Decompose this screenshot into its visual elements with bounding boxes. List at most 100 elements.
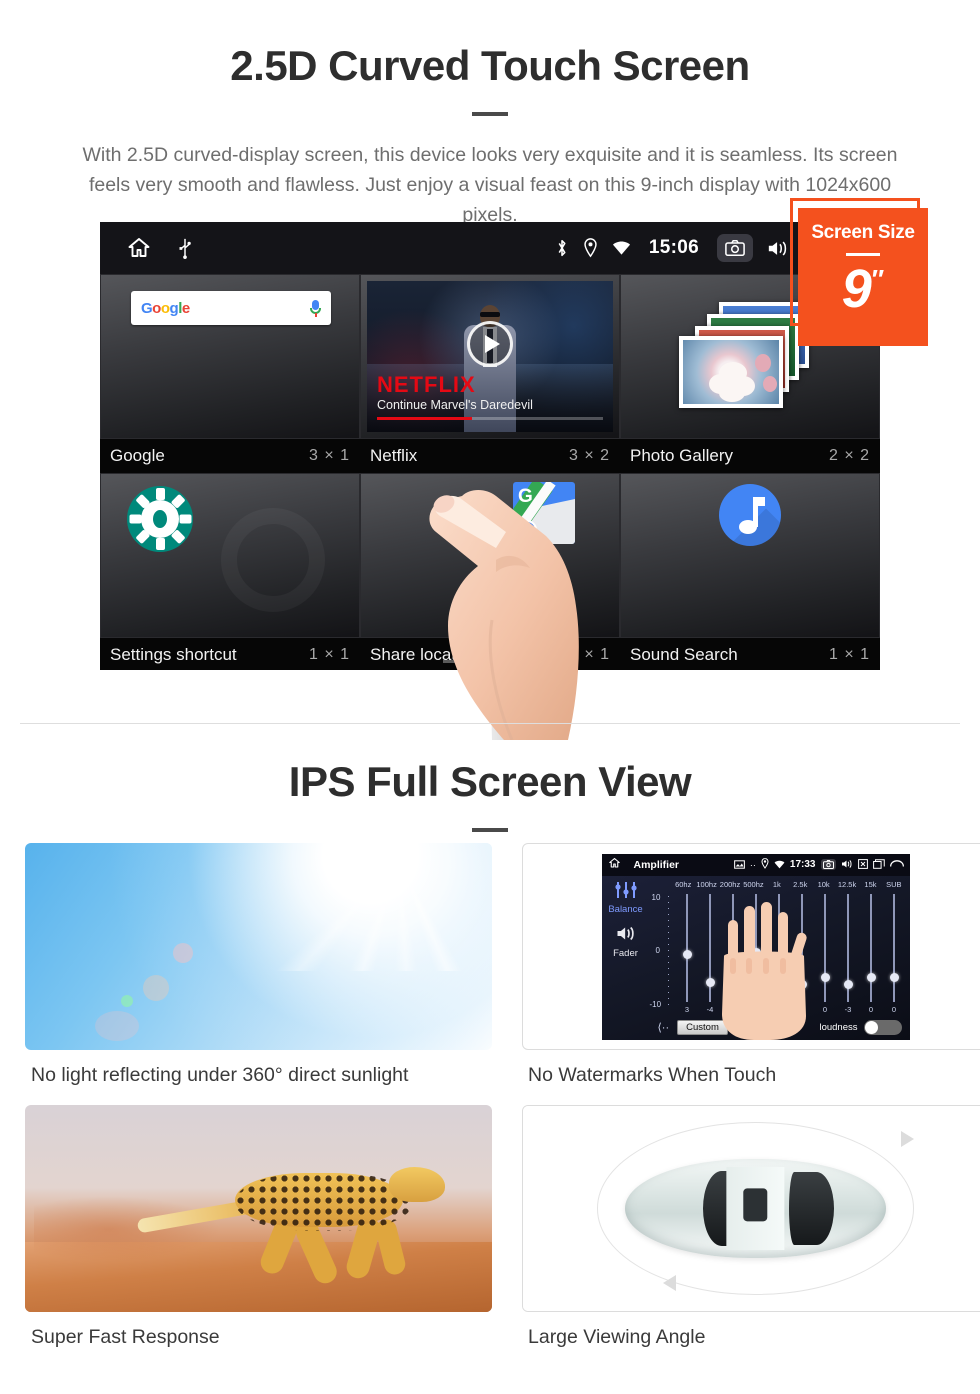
location-pin-icon: [583, 238, 598, 258]
widget-cell-share-location[interactable]: G Share location 1 × 1: [360, 473, 620, 670]
band-label: 2.5k: [793, 879, 808, 889]
eq-slider[interactable]: [837, 893, 860, 1002]
settings-gear-icon[interactable]: [127, 486, 193, 552]
recent-apps-icon[interactable]: [872, 856, 885, 874]
widget-row-1: Google Google 3 × 1 NETFLIX Continue Mar…: [100, 274, 880, 473]
scale-ticks: [667, 895, 669, 1006]
eq-slider[interactable]: [860, 893, 883, 1002]
wifi-icon: [612, 240, 631, 256]
title-underline: [472, 112, 508, 116]
widget-label-photo-gallery: Photo Gallery 2 × 2: [620, 439, 880, 473]
feature-card-sunlight: No light reflecting under 360° direct su…: [25, 843, 492, 1087]
widget-label-settings-shortcut: Settings shortcut 1 × 1: [100, 638, 360, 670]
page-dot-2[interactable]: [477, 660, 503, 663]
lens-flare: [173, 943, 193, 963]
widget-label-sound-search: Sound Search 1 × 1: [620, 638, 880, 670]
more-icon[interactable]: ··: [750, 860, 756, 870]
amplifier-screenshot: Amplifier ·· 17:33 Balance Fader 60hz 10…: [522, 843, 980, 1050]
car-body: [625, 1159, 886, 1258]
microphone-icon[interactable]: [310, 299, 321, 317]
feature-card-grid: No light reflecting under 360° direct su…: [25, 843, 980, 1349]
widget-cell-sound-search[interactable]: Sound Search 1 × 1: [620, 473, 880, 670]
top-down-car-illustration: [522, 1105, 980, 1312]
netflix-logo: NETFLIX: [377, 372, 476, 397]
card-caption: No light reflecting under 360° direct su…: [31, 1064, 409, 1086]
band-label: 500hz: [743, 879, 764, 889]
widget-label-netflix: Netflix 3 × 2: [360, 439, 620, 473]
page-dot-3-active[interactable]: [511, 660, 537, 663]
music-note-icon[interactable]: [719, 484, 781, 546]
back-icon[interactable]: [889, 856, 904, 874]
loudness-toggle[interactable]: [863, 1020, 902, 1035]
usb-icon[interactable]: [178, 237, 192, 259]
screen-size-number: 9: [841, 259, 872, 319]
amplifier-status-bar: Amplifier ·· 17:33: [601, 853, 910, 876]
gallery-icon[interactable]: [734, 856, 745, 874]
card-caption: Super Fast Response: [31, 1326, 220, 1348]
back-arrow-icon[interactable]: ⟨··: [658, 1021, 670, 1034]
bluetooth-icon: [555, 238, 569, 258]
gain-scale: 10 0 -10: [650, 893, 672, 1009]
sunlight-sky-photo: [25, 843, 492, 1050]
eq-slider[interactable]: [883, 893, 906, 1002]
band-label: 1k: [772, 879, 781, 889]
location-pin-icon: [761, 856, 769, 874]
wifi-icon: [774, 856, 785, 874]
band-label: 200hz: [719, 879, 741, 889]
badge-divider: [846, 253, 880, 256]
widget-size: 3 × 2: [568, 447, 610, 464]
amplifier-clock: 17:33: [789, 859, 816, 870]
card-caption: No Watermarks When Touch: [528, 1064, 777, 1086]
eq-value: 0: [891, 1004, 897, 1014]
section2-title: IPS Full Screen View: [288, 758, 692, 805]
google-search-widget[interactable]: Google: [100, 274, 360, 439]
search-input[interactable]: Google: [131, 291, 331, 325]
widget-cell-netflix[interactable]: NETFLIX Continue Marvel's Daredevil Netf…: [360, 274, 620, 473]
home-icon[interactable]: [126, 236, 152, 260]
play-icon[interactable]: [467, 321, 513, 368]
netflix-subtitle: Continue Marvel's Daredevil: [377, 398, 533, 412]
camera-icon[interactable]: [717, 234, 753, 262]
band-label: 12.5k: [837, 879, 857, 889]
widget-label-google: Google 3 × 1: [100, 439, 360, 473]
lens-flare: [95, 1011, 139, 1041]
sound-search-widget[interactable]: [620, 473, 880, 638]
settings-shortcut-widget[interactable]: [100, 473, 360, 638]
android-status-bar: 15:06: [100, 222, 880, 274]
sidebar-item-fader[interactable]: Fader: [602, 948, 650, 959]
feature-card-row-2: Super Fast Response Large Viewing Angle: [25, 1105, 980, 1349]
home-icon[interactable]: [608, 856, 621, 874]
camera-icon[interactable]: [820, 859, 836, 870]
page-title: 2.5D Curved Touch Screen: [230, 42, 750, 89]
sidebar-item-balance[interactable]: Balance: [602, 904, 650, 915]
widget-name: Netflix: [370, 446, 418, 465]
feature-card-watermarks: Amplifier ·· 17:33 Balance Fader 60hz 10…: [522, 843, 980, 1087]
rotation-arrow: [900, 1130, 914, 1147]
speaker-icon[interactable]: [602, 925, 650, 947]
eq-slider[interactable]: [676, 893, 699, 1002]
lens-flare: [143, 975, 169, 1001]
google-maps-icon[interactable]: G: [513, 482, 575, 544]
widget-cell-settings-shortcut[interactable]: Settings shortcut 1 × 1: [100, 473, 360, 670]
widget-grid: Google Google 3 × 1 NETFLIX Continue Mar…: [100, 274, 880, 670]
close-box-icon[interactable]: [857, 856, 868, 874]
share-location-widget[interactable]: G: [360, 473, 620, 638]
screen-size-label: Screen Size: [811, 222, 915, 243]
scale-min: -10: [649, 999, 662, 1009]
section-description: With 2.5D curved-display screen, this de…: [82, 144, 898, 226]
band-label: 10k: [817, 879, 830, 889]
inch-unit: ″: [871, 264, 885, 294]
frequency-band-labels: 60hz 100hz 200hz 500hz 1k 2.5k 10k 12.5k…: [650, 876, 910, 889]
rotation-arrow: [662, 1274, 676, 1291]
page-indicator[interactable]: [100, 660, 880, 663]
netflix-progress-bar: [377, 417, 603, 420]
widget-cell-google[interactable]: Google Google 3 × 1: [100, 274, 360, 473]
page-dot-1[interactable]: [443, 660, 469, 663]
sun-rays: [267, 843, 492, 972]
netflix-widget[interactable]: NETFLIX Continue Marvel's Daredevil: [360, 274, 620, 439]
android-widget-picker-screenshot: 15:06 Google Google 3 × 1 NETFLIX Contin…: [100, 222, 880, 670]
volume-icon[interactable]: [767, 239, 789, 258]
feature-card-viewing-angle: Large Viewing Angle: [522, 1105, 980, 1349]
volume-icon[interactable]: [841, 856, 853, 874]
sliders-icon[interactable]: [602, 881, 650, 903]
